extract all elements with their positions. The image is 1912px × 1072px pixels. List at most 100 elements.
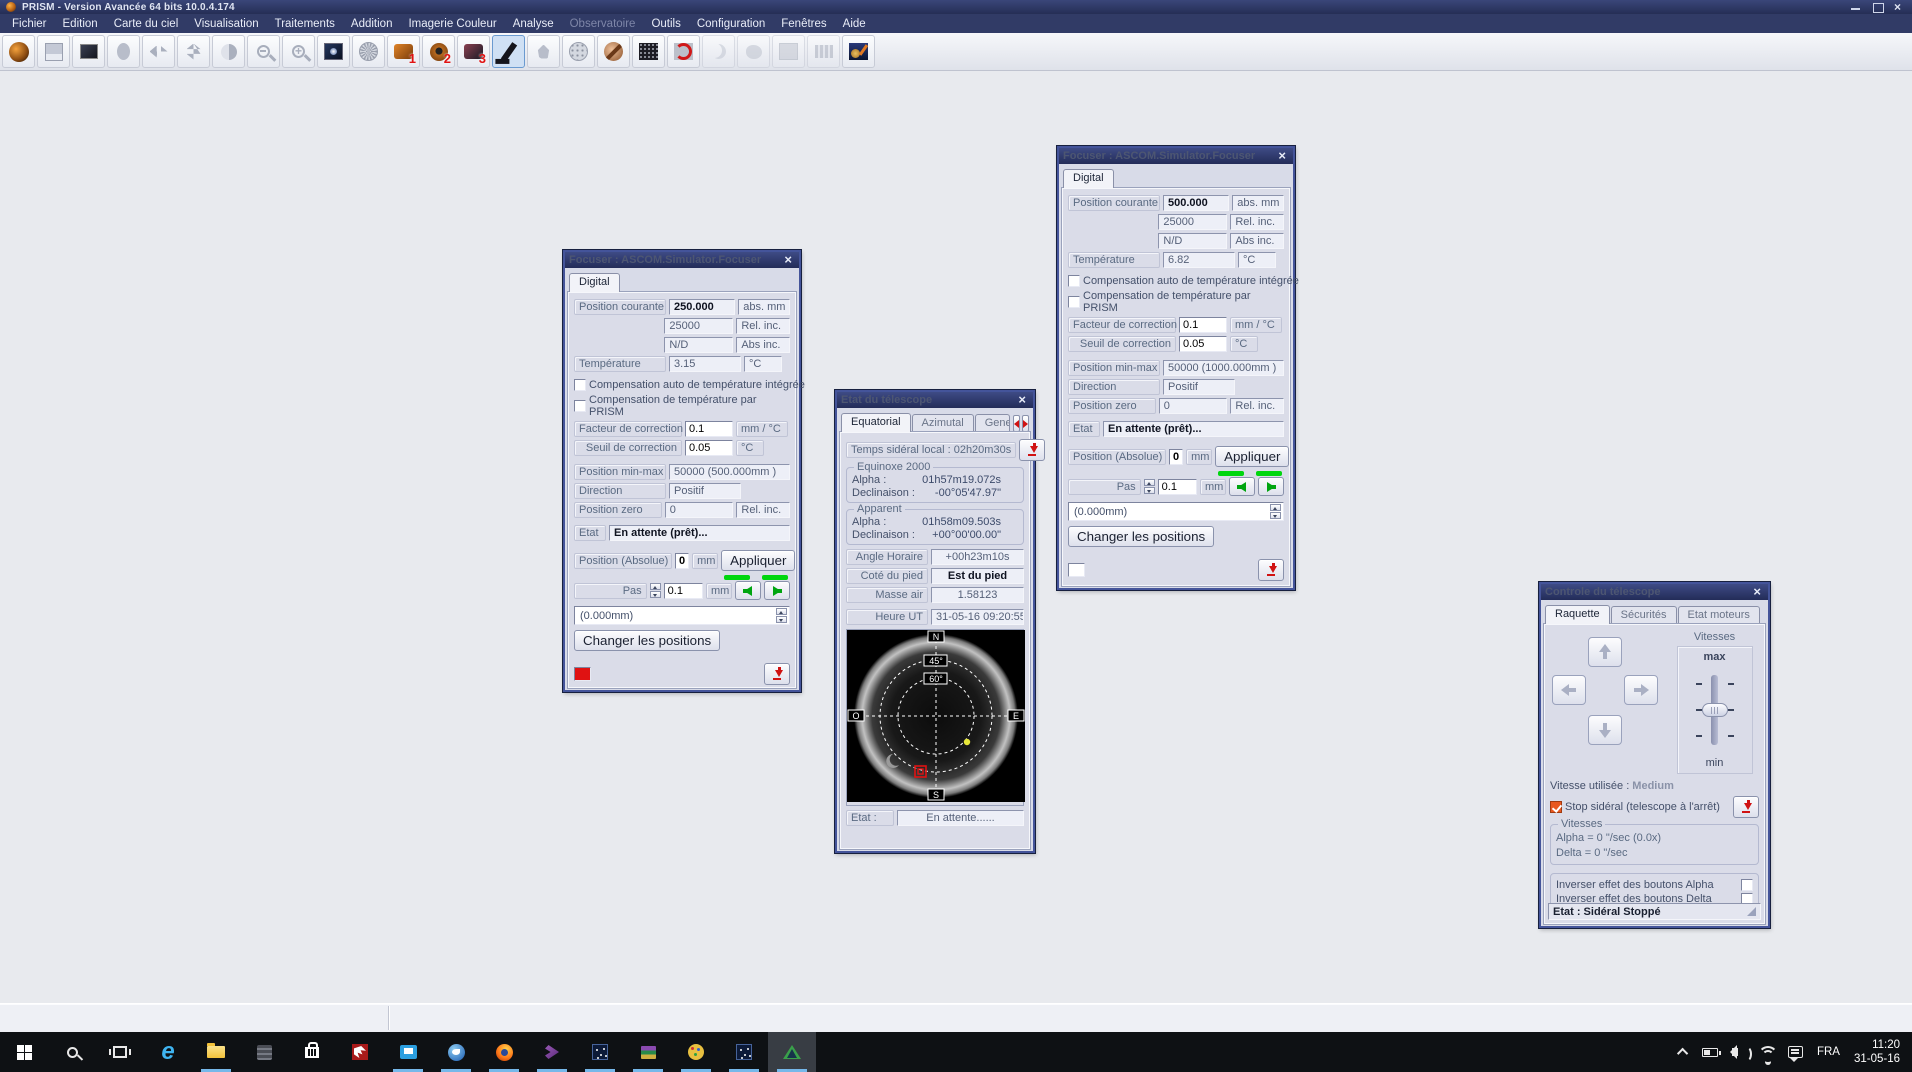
tab-raquette[interactable]: Raquette — [1545, 605, 1610, 624]
slider-thumb[interactable] — [1702, 703, 1728, 717]
language-indicator[interactable]: FRA — [1817, 1046, 1840, 1058]
flat-field-button[interactable] — [352, 35, 385, 68]
close-icon[interactable]: × — [1275, 150, 1289, 162]
clock[interactable]: 11:2031-05-16 — [1854, 1038, 1900, 1066]
menu-item-fenêtres[interactable]: Fenêtres — [773, 16, 834, 32]
histogram-button[interactable] — [807, 35, 840, 68]
comp-prism-checkbox[interactable] — [1068, 296, 1080, 308]
comp-prism-checkbox[interactable] — [574, 400, 586, 412]
window-titlebar[interactable]: Focuser : ASCOM.Simulator.Focuser × — [565, 252, 799, 268]
robot-arm-button[interactable] — [842, 35, 875, 68]
image-inspect-button[interactable] — [317, 35, 350, 68]
taskbar-task-view-button[interactable] — [96, 1032, 144, 1072]
menu-item-observatoire[interactable]: Observatoire — [562, 16, 644, 32]
planet-button[interactable] — [2, 35, 35, 68]
taskbar-file-explorer-button[interactable] — [192, 1032, 240, 1072]
taskbar-visual-studio-button[interactable] — [528, 1032, 576, 1072]
changer-positions-button[interactable]: Changer les positions — [574, 630, 720, 651]
close-icon[interactable]: × — [1015, 394, 1029, 406]
main-titlebar[interactable]: PRISM - Version Avancée 64 bits 10.0.4.1… — [0, 0, 1912, 14]
position-absolue-input[interactable]: 0 — [1169, 449, 1183, 465]
rotate-button[interactable] — [212, 35, 245, 68]
comp-auto-checkbox[interactable] — [574, 379, 586, 391]
flip-horizontal-button[interactable] — [142, 35, 175, 68]
taskbar-winrar-button[interactable] — [624, 1032, 672, 1072]
mask-button[interactable] — [737, 35, 770, 68]
menu-item-edition[interactable]: Edition — [55, 16, 106, 32]
dome-drop-button[interactable] — [527, 35, 560, 68]
park-button[interactable] — [1733, 796, 1759, 818]
flip-vertical-button[interactable] — [177, 35, 210, 68]
window-titlebar[interactable]: Focuser : ASCOM.Simulator.Focuser × — [1059, 148, 1293, 164]
menu-item-imagerie-couleur[interactable]: Imagerie Couleur — [400, 16, 504, 32]
changer-positions-button[interactable]: Changer les positions — [1068, 526, 1214, 547]
tab-geneurs[interactable]: Geneurs — [975, 414, 1010, 432]
taskbar-search-button[interactable] — [48, 1032, 96, 1072]
notifications-icon[interactable] — [1788, 1046, 1803, 1058]
seuil-input[interactable]: 0.05 — [685, 440, 733, 456]
menu-item-configuration[interactable]: Configuration — [689, 16, 773, 32]
save-button[interactable] — [37, 35, 70, 68]
preset-stepper[interactable] — [776, 608, 787, 623]
tab-azimutal[interactable]: Azimutal — [912, 414, 974, 432]
sync-button[interactable] — [1019, 439, 1045, 461]
dome-button[interactable] — [562, 35, 595, 68]
move-in-button[interactable] — [764, 581, 790, 600]
move-in-button[interactable] — [1258, 477, 1284, 496]
taskbar-palette-app-button[interactable] — [672, 1032, 720, 1072]
dish-wrench-button[interactable] — [597, 35, 630, 68]
resize-grip[interactable] — [1747, 907, 1756, 916]
tab-digital[interactable]: Digital — [569, 273, 620, 292]
battery-icon[interactable] — [1702, 1048, 1718, 1057]
taskbar-messaging-app-button[interactable] — [384, 1032, 432, 1072]
close-icon[interactable]: × — [781, 254, 795, 266]
crescent-button[interactable] — [702, 35, 735, 68]
slew-west-button[interactable] — [1552, 675, 1586, 705]
wifi-icon[interactable] — [1758, 1046, 1774, 1058]
window-titlebar[interactable]: Etat du télescope × — [837, 392, 1033, 408]
tab-equatorial[interactable]: Equatorial — [841, 413, 911, 432]
zoom-in-button[interactable] — [282, 35, 315, 68]
tab-scroll-right[interactable] — [1022, 415, 1029, 432]
menu-item-outils[interactable]: Outils — [643, 16, 688, 32]
starfield-button[interactable] — [632, 35, 665, 68]
menu-item-carte-du-ciel[interactable]: Carte du ciel — [106, 16, 187, 32]
close-icon[interactable]: × — [1750, 586, 1764, 598]
seuil-input[interactable]: 0.05 — [1179, 336, 1227, 352]
tab-etat-moteurs[interactable]: Etat moteurs — [1678, 606, 1760, 624]
pas-input[interactable]: 0.1 — [664, 583, 703, 599]
move-out-button[interactable] — [735, 581, 761, 600]
appliquer-button[interactable]: Appliquer — [1215, 446, 1289, 467]
taskbar-edge-button[interactable]: e — [144, 1032, 192, 1072]
blank-button[interactable] — [772, 35, 805, 68]
maximize-button[interactable] — [1872, 2, 1884, 12]
park-button[interactable] — [764, 663, 790, 685]
preset-combo[interactable]: (0.000mm) — [574, 606, 790, 625]
move-out-button[interactable] — [1229, 477, 1255, 496]
pas-input[interactable]: 0.1 — [1158, 479, 1197, 495]
taskbar-sky-chart-button[interactable] — [576, 1032, 624, 1072]
taskbar-prism-button[interactable] — [768, 1032, 816, 1072]
camera-1-button[interactable]: 1 — [387, 35, 420, 68]
tab-digital[interactable]: Digital — [1063, 169, 1114, 188]
tab-scroll-left[interactable] — [1013, 415, 1020, 432]
position-absolue-input[interactable]: 0 — [675, 553, 689, 569]
taskbar-notes-app-button[interactable] — [240, 1032, 288, 1072]
preset-stepper[interactable] — [1270, 504, 1281, 519]
inverse-alpha-checkbox[interactable] — [1741, 879, 1753, 891]
menu-item-visualisation[interactable]: Visualisation — [186, 16, 266, 32]
taskbar-thunderbird-button[interactable] — [432, 1032, 480, 1072]
taskbar-store-button[interactable] — [288, 1032, 336, 1072]
appliquer-button[interactable]: Appliquer — [721, 550, 795, 571]
image-edit-button[interactable] — [72, 35, 105, 68]
taskbar-start-button[interactable] — [0, 1032, 48, 1072]
pas-stepper[interactable] — [1144, 479, 1155, 494]
taskbar-dragon-app-button[interactable] — [336, 1032, 384, 1072]
menu-item-addition[interactable]: Addition — [343, 16, 401, 32]
slew-north-button[interactable] — [1588, 637, 1622, 667]
pas-stepper[interactable] — [650, 583, 661, 598]
menu-item-analyse[interactable]: Analyse — [505, 16, 562, 32]
info-button[interactable] — [107, 35, 140, 68]
menu-item-fichier[interactable]: Fichier — [4, 16, 55, 32]
close-button[interactable]: × — [1894, 2, 1906, 12]
